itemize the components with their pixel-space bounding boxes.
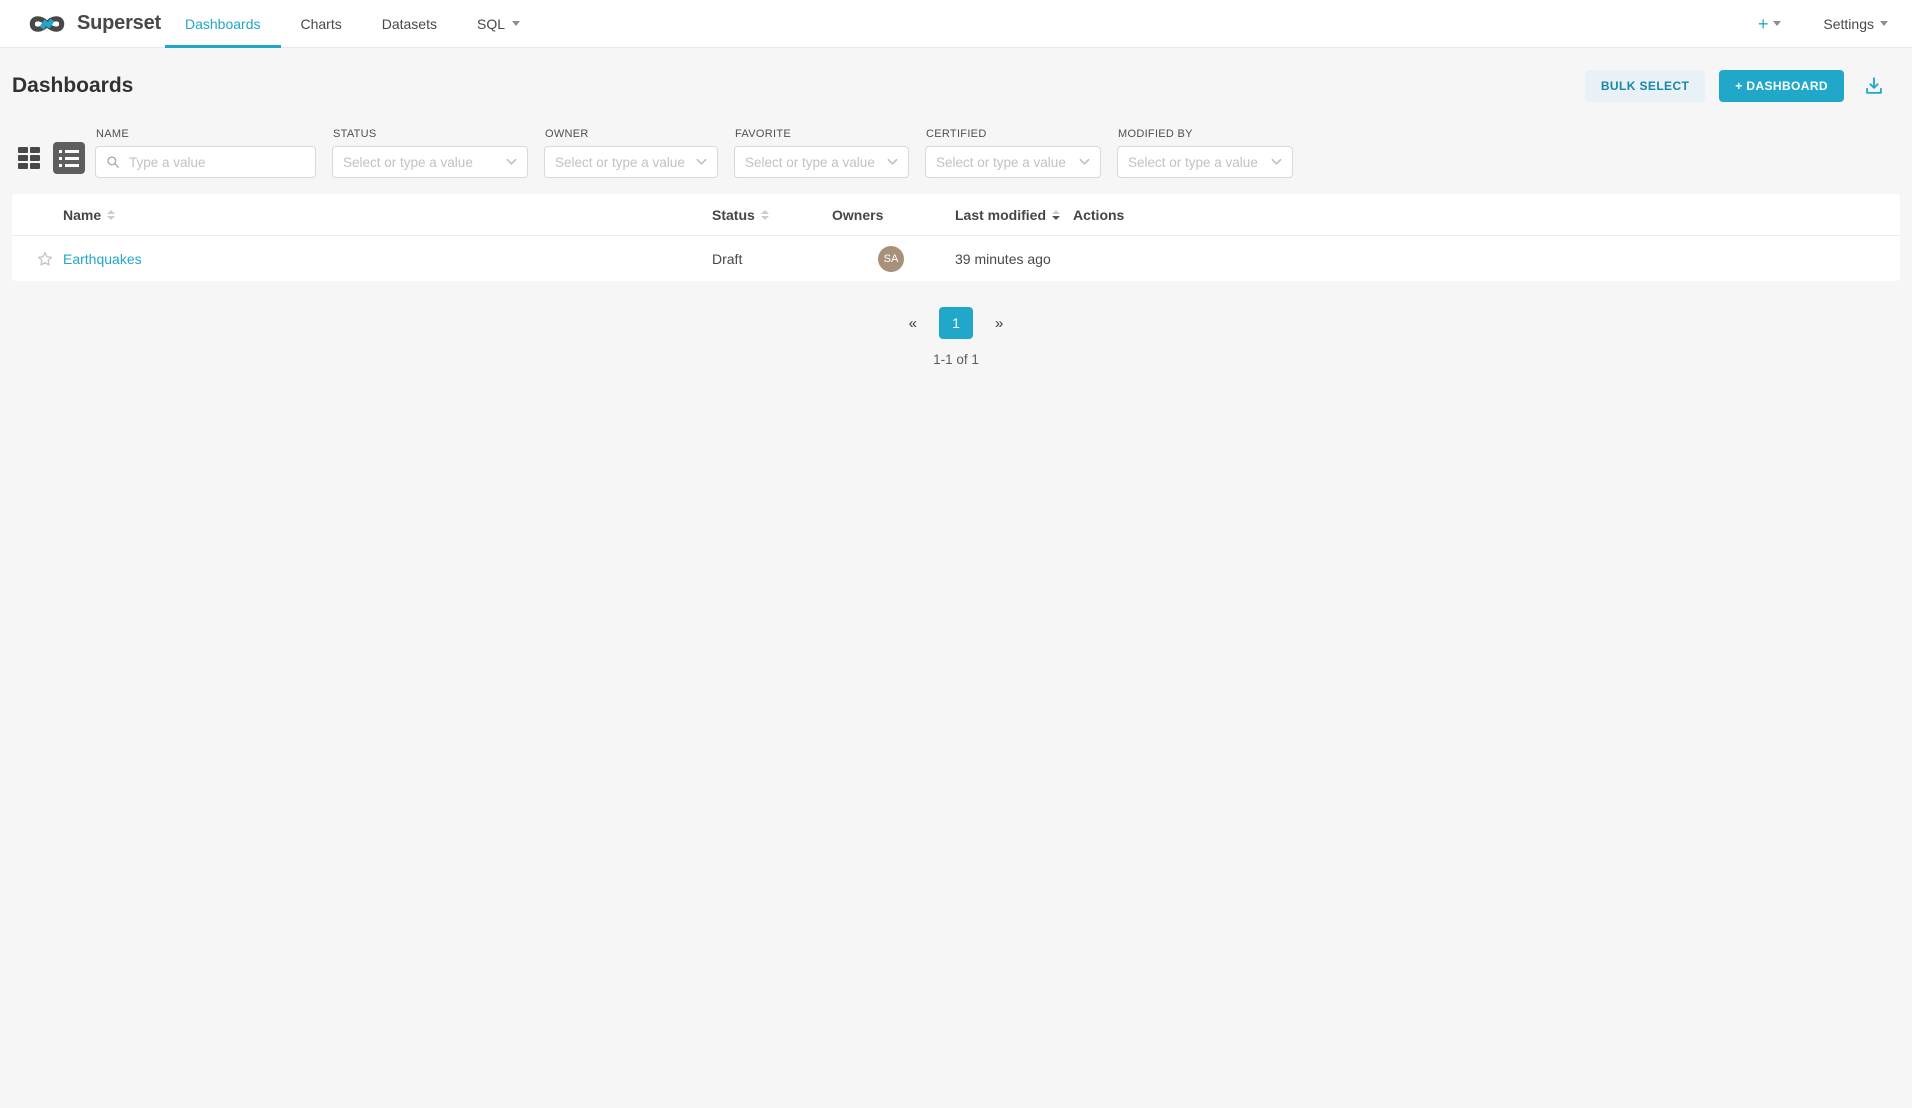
filter-modified-by: MODIFIED BY Select or type a value	[1117, 128, 1293, 178]
prev-page-button[interactable]: «	[901, 309, 925, 338]
filter-certified: CERTIFIED Select or type a value	[925, 128, 1101, 178]
filter-favorite-label: FAVORITE	[734, 128, 909, 140]
page-title: Dashboards	[12, 74, 133, 98]
list-view-toggle[interactable]	[53, 142, 85, 174]
pagination-summary: 1-1 of 1	[933, 352, 979, 367]
filter-name-label: NAME	[95, 128, 316, 140]
sort-icon	[107, 210, 115, 220]
filter-favorite: FAVORITE Select or type a value	[734, 128, 909, 178]
download-icon	[1863, 75, 1885, 97]
bulk-select-button[interactable]: BULK SELECT	[1585, 70, 1705, 102]
nav-item-datasets[interactable]: Datasets	[362, 0, 457, 47]
filters: NAME STATUS Select or type a value OWNE	[95, 128, 1293, 178]
nav-item-dashboards[interactable]: Dashboards	[165, 0, 281, 47]
column-header-status[interactable]: Status	[712, 207, 832, 223]
new-item-menu-button[interactable]: +	[1758, 15, 1782, 33]
plus-icon: +	[1758, 15, 1769, 33]
card-view-toggle[interactable]	[17, 146, 41, 170]
column-header-name[interactable]: Name	[63, 207, 712, 223]
column-header-last-modified[interactable]: Last modified	[955, 207, 1073, 223]
modified-by-filter-select[interactable]: Select or type a value	[1117, 146, 1293, 178]
column-header-owners: Owners	[832, 207, 955, 223]
chevron-down-icon	[1880, 21, 1888, 26]
next-page-button[interactable]: »	[987, 309, 1011, 338]
favorite-filter-select[interactable]: Select or type a value	[734, 146, 909, 178]
sort-icon	[761, 210, 769, 220]
dashboards-table: Name Status Owners Last modified Actions	[12, 194, 1900, 281]
chevron-down-icon	[506, 158, 517, 166]
status-cell: Draft	[712, 251, 832, 267]
chevron-down-icon	[1773, 21, 1781, 26]
page-header: Dashboards BULK SELECT + DASHBOARD	[0, 48, 1912, 114]
search-icon	[106, 155, 120, 169]
owner-filter-select[interactable]: Select or type a value	[544, 146, 718, 178]
settings-menu-button[interactable]: Settings	[1823, 16, 1888, 32]
table-row: Earthquakes Draft SA 39 minutes ago	[12, 236, 1900, 281]
import-dashboards-button[interactable]	[1858, 70, 1890, 102]
filter-owner-label: OWNER	[544, 128, 718, 140]
column-header-actions: Actions	[1073, 207, 1900, 223]
superset-logo[interactable]: Superset	[25, 0, 161, 47]
filter-certified-label: CERTIFIED	[925, 128, 1101, 140]
name-filter-field	[95, 146, 316, 178]
avatar[interactable]: SA	[878, 246, 904, 272]
brand-name: Superset	[77, 12, 161, 35]
chevron-down-icon	[512, 21, 520, 26]
filter-owner: OWNER Select or type a value	[544, 128, 718, 178]
favorite-star-button[interactable]	[36, 250, 54, 268]
top-navbar: Superset Dashboards Charts Datasets SQL …	[0, 0, 1912, 48]
nav-item-sql[interactable]: SQL	[457, 0, 540, 47]
filter-bar: NAME STATUS Select or type a value OWNE	[0, 128, 1912, 178]
table-header-row: Name Status Owners Last modified Actions	[12, 194, 1900, 236]
star-icon	[36, 250, 54, 268]
chevron-down-icon	[1079, 158, 1090, 166]
navbar-right: + Settings	[1758, 0, 1888, 47]
grid-icon	[18, 147, 28, 153]
name-filter-input[interactable]	[127, 154, 305, 171]
pagination: « 1 » 1-1 of 1	[0, 307, 1912, 367]
filter-modified-by-label: MODIFIED BY	[1117, 128, 1293, 140]
chevron-down-icon	[1271, 158, 1282, 166]
dashboard-link-earthquakes[interactable]: Earthquakes	[63, 251, 142, 267]
filter-status: STATUS Select or type a value	[332, 128, 528, 178]
add-dashboard-button[interactable]: + DASHBOARD	[1719, 70, 1844, 102]
filter-name: NAME	[95, 128, 316, 178]
certified-filter-select[interactable]: Select or type a value	[925, 146, 1101, 178]
chevron-down-icon	[696, 158, 707, 166]
nav-item-charts[interactable]: Charts	[281, 0, 362, 47]
last-modified-cell: 39 minutes ago	[955, 251, 1073, 267]
chevron-down-icon	[887, 158, 898, 166]
view-toggles	[17, 142, 85, 178]
page-1-button[interactable]: 1	[939, 307, 973, 339]
main-nav: Dashboards Charts Datasets SQL	[165, 0, 540, 47]
sort-desc-icon	[1052, 210, 1060, 220]
status-filter-select[interactable]: Select or type a value	[332, 146, 528, 178]
header-actions: BULK SELECT + DASHBOARD	[1585, 70, 1890, 102]
superset-infinity-icon	[25, 10, 69, 38]
filter-status-label: STATUS	[332, 128, 528, 140]
